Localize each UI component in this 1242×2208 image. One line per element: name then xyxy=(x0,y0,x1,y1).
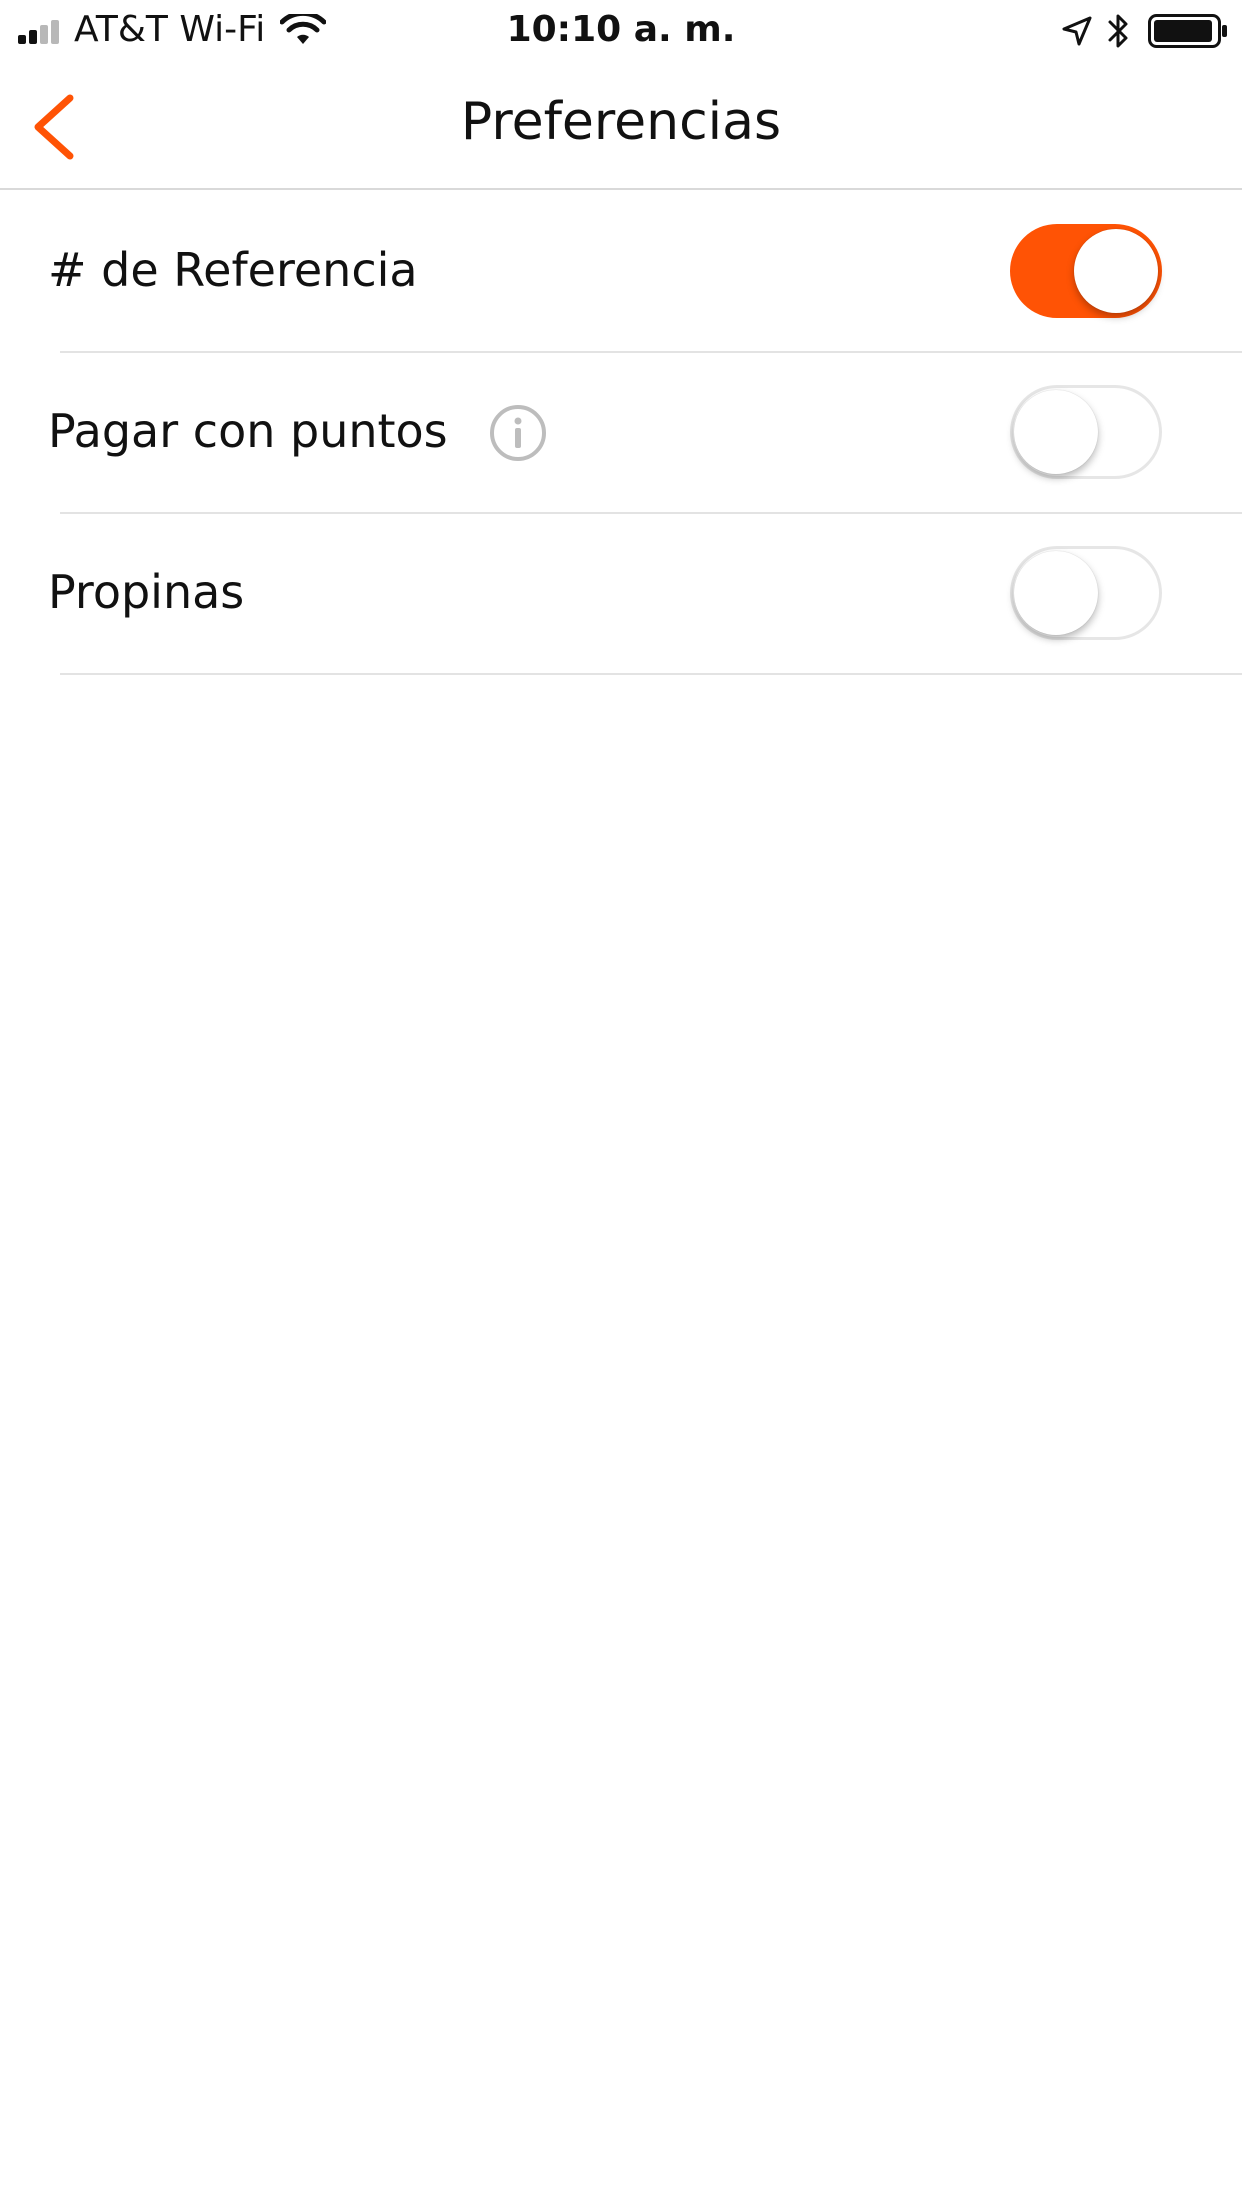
setting-label: Propinas xyxy=(48,565,245,619)
toggle-referencia[interactable] xyxy=(1010,224,1162,318)
setting-label: # de Referencia xyxy=(48,243,418,297)
setting-label: Pagar con puntos xyxy=(48,404,448,458)
toggle-propinas[interactable] xyxy=(1010,546,1162,640)
setting-row-propinas: Propinas xyxy=(0,514,1242,675)
toggle-knob xyxy=(1074,229,1158,313)
page-title: Preferencias xyxy=(460,92,782,152)
bluetooth-icon xyxy=(1108,14,1128,48)
setting-row-referencia: # de Referencia xyxy=(0,192,1242,353)
info-circle-icon[interactable] xyxy=(488,403,548,463)
toggle-knob xyxy=(1014,551,1098,635)
status-time: 10:10 a. m. xyxy=(506,9,736,50)
toggle-knob xyxy=(1014,390,1098,474)
settings-list: # de Referencia Pagar con puntos Propina… xyxy=(0,192,1242,675)
battery-icon xyxy=(1148,14,1227,48)
location-arrow-icon xyxy=(1062,16,1092,46)
status-bar: AT&T Wi-Fi 10:10 a. m. xyxy=(0,0,1242,60)
navigation-bar: Preferencias xyxy=(0,60,1242,190)
setting-row-pagar-con-puntos: Pagar con puntos xyxy=(0,353,1242,514)
toggle-pagar-con-puntos[interactable] xyxy=(1010,385,1162,479)
